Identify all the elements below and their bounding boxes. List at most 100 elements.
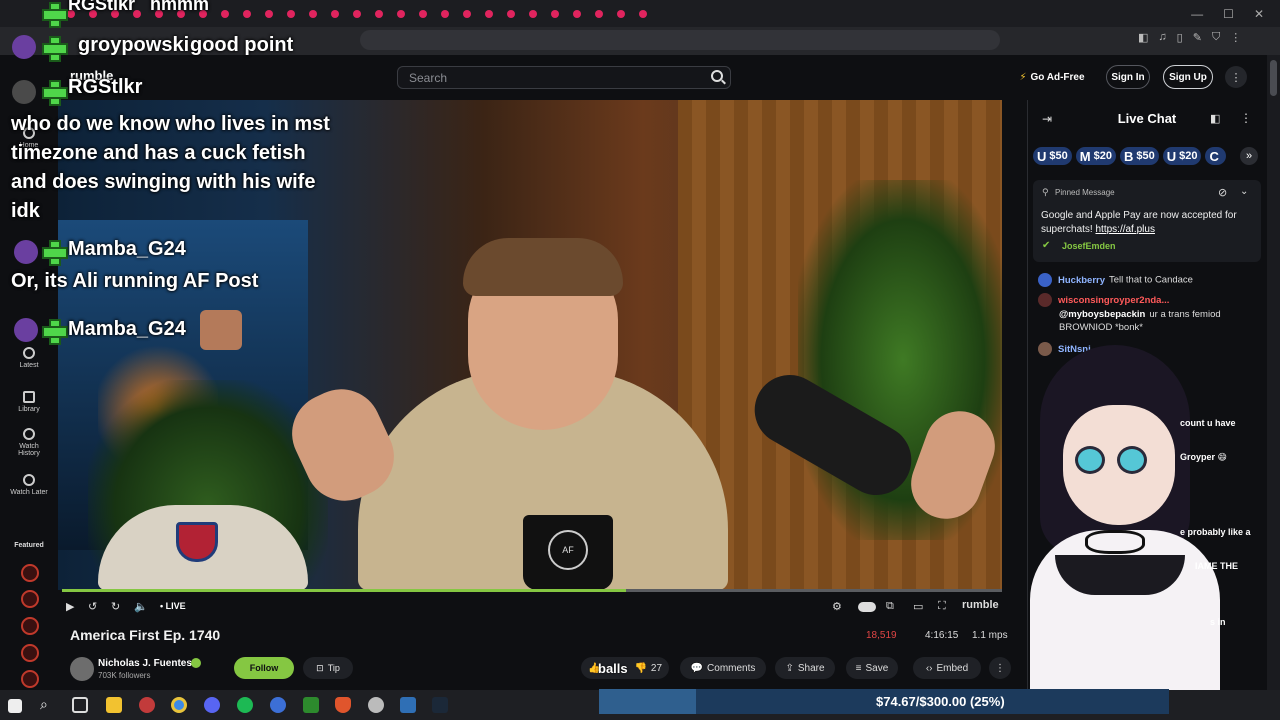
more-options-icon[interactable]: ⋮	[1225, 66, 1247, 88]
vtube-studio-icon[interactable]	[400, 697, 416, 713]
address-bar[interactable]	[360, 30, 1000, 50]
browser-tab[interactable]	[590, 5, 608, 23]
file-explorer-icon[interactable]	[106, 697, 122, 713]
tip-chip[interactable]: U $50	[1033, 147, 1072, 165]
sidebar-item-library[interactable]: Library	[0, 391, 58, 413]
browser-tab[interactable]	[326, 5, 344, 23]
hide-icon[interactable]: ⊘	[1218, 186, 1227, 199]
close-icon[interactable]: ✕	[1254, 7, 1264, 21]
sidebar-item-watch-later[interactable]: Watch Later	[0, 474, 58, 496]
app-icon[interactable]	[139, 697, 155, 713]
popout-icon[interactable]: ◧	[1210, 112, 1220, 125]
more-actions-icon[interactable]: ⋮	[989, 657, 1011, 679]
browser-tab[interactable]	[260, 5, 278, 23]
theater-icon[interactable]: ▭	[913, 600, 923, 613]
music-icon[interactable]: ♫	[1158, 31, 1166, 44]
fullscreen-icon[interactable]: ⛶	[938, 600, 946, 613]
go-ad-free-button[interactable]: ⚡ Go Ad-Free	[1013, 65, 1091, 89]
volume-icon[interactable]: 🔈	[134, 600, 148, 613]
sign-up-button[interactable]: Sign Up	[1163, 65, 1213, 89]
tip-chip[interactable]: M $20	[1075, 147, 1116, 165]
browser-tab[interactable]	[502, 5, 520, 23]
collapse-chat-icon[interactable]: ⇥	[1042, 112, 1052, 126]
comments-button[interactable]: 💬 Comments	[680, 657, 766, 679]
minimize-icon[interactable]: —	[1191, 7, 1203, 21]
featured-channel-avatar[interactable]	[21, 590, 39, 608]
save-button[interactable]: ≡ Save	[846, 657, 898, 679]
windows-start-icon[interactable]	[8, 699, 22, 713]
browser-tab[interactable]	[634, 5, 652, 23]
discord-icon[interactable]	[204, 697, 220, 713]
avatar[interactable]	[1038, 342, 1052, 356]
play-icon[interactable]: ▶	[66, 600, 74, 613]
forward-icon[interactable]: ↻	[111, 600, 120, 613]
chat-username[interactable]: wisconsingroyper2nda...	[1058, 295, 1169, 306]
autoplay-toggle[interactable]	[858, 602, 876, 612]
rumble-logo[interactable]: rumble	[962, 599, 999, 611]
browser-tab[interactable]	[458, 5, 476, 23]
avatar[interactable]	[1038, 293, 1052, 307]
browser-tab[interactable]	[392, 5, 410, 23]
tips-next-button[interactable]: »	[1240, 147, 1258, 165]
browser-tab[interactable]	[524, 5, 542, 23]
browser-tab[interactable]	[348, 5, 366, 23]
chrome-icon[interactable]	[171, 697, 187, 713]
sidebar-item-latest[interactable]: Latest	[0, 347, 58, 369]
page-scrollbar[interactable]	[1267, 55, 1280, 690]
browser-tab[interactable]	[436, 5, 454, 23]
browser-tab[interactable]	[304, 5, 322, 23]
avatar[interactable]	[1038, 273, 1052, 287]
chat-username[interactable]: @myboysbepackin	[1059, 309, 1145, 320]
app-icon[interactable]	[270, 697, 286, 713]
task-view-icon[interactable]	[72, 697, 88, 713]
browser-tab[interactable]	[612, 5, 630, 23]
channel-avatar[interactable]	[70, 657, 94, 681]
browser-tab[interactable]	[216, 5, 234, 23]
menu-icon[interactable]: ⋮	[1230, 31, 1241, 44]
browser-tab[interactable]	[546, 5, 564, 23]
thumbs-down-icon[interactable]: 👎	[634, 663, 646, 674]
maximize-icon[interactable]: ☐	[1223, 7, 1234, 21]
channel-name[interactable]: Nicholas J. Fuentes	[98, 658, 192, 669]
spotify-icon[interactable]	[237, 697, 253, 713]
browser-tab[interactable]	[282, 5, 300, 23]
steam-icon[interactable]	[432, 697, 448, 713]
edit-icon[interactable]: ✎	[1193, 31, 1202, 44]
search-icon[interactable]: ⌕	[40, 696, 48, 713]
browser-tab[interactable]	[238, 5, 256, 23]
featured-channel-avatar[interactable]	[21, 644, 39, 662]
tip-chip[interactable]: U $20	[1162, 147, 1202, 165]
chevron-down-icon[interactable]: ⌄	[1240, 186, 1248, 197]
rewind-icon[interactable]: ↺	[88, 600, 97, 613]
xbox-icon[interactable]	[303, 697, 319, 713]
tip-button[interactable]: ⊡ Tip	[303, 657, 353, 679]
tip-chip[interactable]: B $50	[1119, 147, 1159, 165]
shield-icon[interactable]: ⛉	[1212, 31, 1220, 44]
featured-channel-avatar[interactable]	[21, 564, 39, 582]
search-icon[interactable]	[711, 70, 723, 82]
extension-icon[interactable]: ◧	[1138, 31, 1148, 44]
settings-icon[interactable]: ⚙	[832, 600, 842, 613]
pip-icon[interactable]: ⧉	[886, 600, 894, 613]
pinned-message-link[interactable]: https://af.plus	[1095, 224, 1154, 235]
scrollbar-thumb[interactable]	[1270, 60, 1277, 96]
embed-button[interactable]: ‹› Embed	[913, 657, 981, 679]
app-icon[interactable]	[368, 697, 384, 713]
sidebar-icon[interactable]: ▯	[1177, 31, 1183, 44]
sign-in-button[interactable]: Sign In	[1106, 65, 1150, 89]
browser-tab[interactable]	[414, 5, 432, 23]
chat-menu-icon[interactable]: ⋮	[1240, 111, 1252, 125]
browser-tab[interactable]	[568, 5, 586, 23]
featured-channel-avatar[interactable]	[21, 617, 39, 635]
search-input[interactable]: Search	[397, 66, 731, 89]
browser-tab[interactable]	[370, 5, 388, 23]
sidebar-item-watch-history[interactable]: Watch History	[0, 428, 58, 457]
chat-username[interactable]: Huckberry	[1058, 275, 1105, 286]
pinned-message-author[interactable]: JosefEmden	[1062, 241, 1116, 251]
follow-button[interactable]: Follow	[234, 657, 294, 679]
brave-icon[interactable]	[335, 697, 351, 713]
share-button[interactable]: ⇪ Share	[775, 657, 835, 679]
browser-tab[interactable]	[480, 5, 498, 23]
featured-channel-avatar[interactable]	[21, 670, 39, 688]
tip-chip[interactable]: C	[1205, 147, 1226, 165]
